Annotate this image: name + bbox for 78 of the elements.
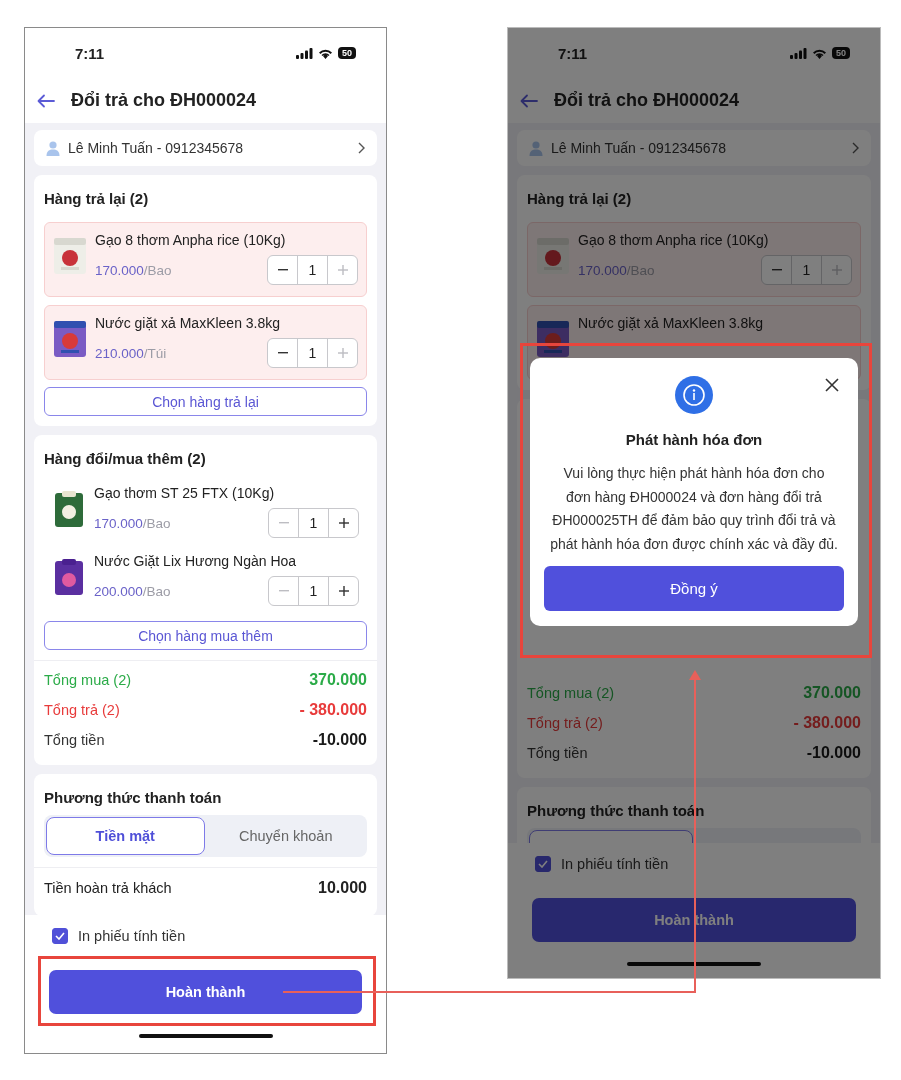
- confirm-button[interactable]: Đồng ý: [544, 566, 844, 611]
- payment-method-tab[interactable]: Tiền mặt: [46, 817, 205, 855]
- total-label: Tổng trả (2): [527, 715, 603, 731]
- total-value: -10.000: [312, 731, 367, 749]
- minus-icon: [771, 269, 782, 271]
- quantity-value[interactable]: 1: [791, 256, 822, 284]
- product-price: 210.000/Túi: [95, 345, 167, 361]
- dialog-message: Vui lòng thực hiện phát hành hóa đơn cho đơn hàng ĐH000024 và đơn hàng đổi trả ĐH000025TH để đảm bảo quy trình đổi trả và phát hành hóa đơn được chính xác và đầy đủ.: [549, 464, 839, 554]
- product-price: 170.000/Bao: [95, 262, 172, 278]
- total-label: Tổng mua (2): [44, 672, 132, 688]
- total-value: -10.000: [806, 744, 861, 762]
- quantity-value[interactable]: 1: [298, 577, 329, 605]
- product-name: Gạo thơm ST 25 FTX (10Kg): [94, 484, 276, 502]
- total-value: - 380.000: [793, 714, 861, 732]
- minus-icon: [277, 352, 288, 354]
- screen-title: Đổi trả cho ĐH000024: [71, 90, 257, 111]
- complete-button[interactable]: Hoàn thành: [49, 970, 362, 1014]
- checkbox[interactable]: [52, 928, 68, 944]
- section-heading: Hàng trả lại (2): [44, 189, 150, 209]
- screen-title: Đổi trả cho ĐH000024: [554, 90, 740, 111]
- battery-icon: 50: [832, 47, 850, 59]
- plus-icon: [337, 265, 348, 275]
- signal-icon: [790, 47, 807, 59]
- product-name: Nước Giặt Lix Hương Ngàn Hoa: [94, 552, 298, 570]
- total-label: Tổng mua (2): [527, 685, 615, 701]
- status-time: 7:11: [558, 44, 588, 62]
- total-label: Tổng tiền: [44, 732, 105, 748]
- section-heading: Hàng trả lại (2): [527, 189, 633, 209]
- close-icon[interactable]: [825, 378, 839, 392]
- plus-icon: [337, 348, 348, 358]
- plus-icon: [338, 586, 349, 596]
- check-icon: [538, 860, 548, 868]
- back-arrow-icon[interactable]: [37, 93, 55, 108]
- print-receipt-label: In phiếu tính tiền: [561, 856, 669, 872]
- total-value: 370.000: [803, 684, 861, 702]
- minus-icon: [277, 269, 288, 271]
- total-label: Tổng tiền: [527, 745, 588, 761]
- signal-icon: [296, 47, 313, 59]
- refund-label: Tiền hoàn trả khách: [44, 880, 172, 896]
- minus-icon: [278, 590, 289, 592]
- complete-button[interactable]: Hoàn thành: [532, 898, 856, 942]
- section-heading: Phương thức thanh toán: [44, 788, 223, 808]
- quantity-value[interactable]: 1: [298, 509, 329, 537]
- customer-row[interactable]: Lê Minh Tuấn - 0912345678: [34, 130, 377, 166]
- chevron-right-icon: [358, 142, 365, 154]
- product-price: 200.000/Bao: [94, 583, 171, 599]
- print-receipt-label: In phiếu tính tiền: [78, 928, 186, 944]
- section-heading: Hàng đổi/mua thêm (2): [44, 449, 207, 469]
- choose-return-items-button[interactable]: Chọn hàng trả lại: [44, 387, 367, 416]
- product-name: Gạo 8 thơm Anpha rice (10Kg): [95, 231, 287, 249]
- minus-icon: [278, 522, 289, 524]
- checkbox[interactable]: [535, 856, 551, 872]
- status-time: 7:11: [75, 44, 105, 62]
- quantity-value[interactable]: 1: [297, 256, 328, 284]
- plus-icon: [831, 265, 842, 275]
- check-icon: [55, 932, 65, 940]
- dialog-title: Phát hành hóa đơn: [625, 431, 763, 448]
- wifi-icon: [812, 47, 827, 59]
- chevron-right-icon: [852, 142, 859, 154]
- product-price: 170.000/Bao: [94, 515, 171, 531]
- quantity-value[interactable]: 1: [297, 339, 328, 367]
- info-icon: [675, 376, 713, 414]
- wifi-icon: [318, 47, 333, 59]
- person-icon: [529, 140, 543, 156]
- plus-icon: [338, 518, 349, 528]
- customer-row[interactable]: Lê Minh Tuấn - 0912345678: [517, 130, 871, 166]
- refund-value: 10.000: [318, 879, 367, 897]
- total-label: Tổng trả (2): [44, 702, 120, 718]
- choose-extra-items-button[interactable]: Chọn hàng mua thêm: [44, 621, 367, 650]
- total-value: 370.000: [309, 671, 367, 689]
- battery-icon: 50: [338, 47, 356, 59]
- payment-method-tab[interactable]: Chuyển khoản: [206, 817, 365, 855]
- person-icon: [46, 140, 60, 156]
- product-name: Gạo 8 thơm Anpha rice (10Kg): [578, 231, 770, 249]
- product-name: Nước giặt xả MaxKleen 3.8kg: [578, 314, 765, 332]
- total-value: - 380.000: [299, 701, 367, 719]
- product-name: Nước giặt xả MaxKleen 3.8kg: [95, 314, 282, 332]
- back-arrow-icon[interactable]: [520, 93, 538, 108]
